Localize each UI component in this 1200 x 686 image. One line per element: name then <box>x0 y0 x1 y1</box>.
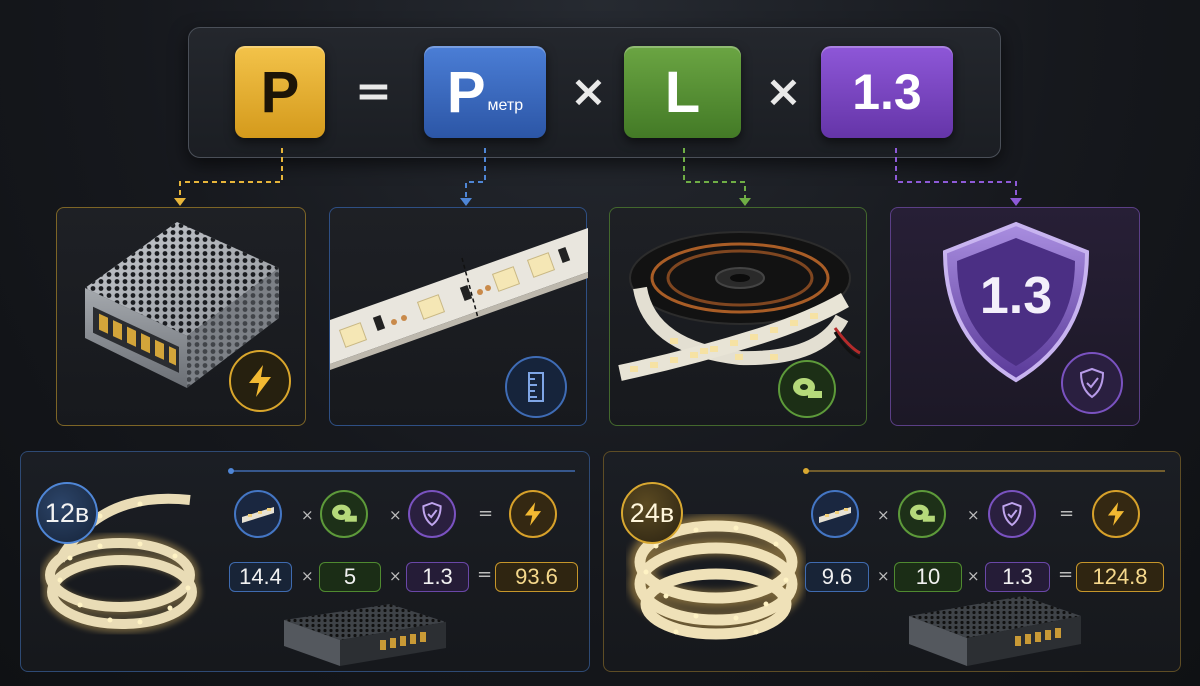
ex12-power-per-meter-value: 14.4 <box>229 562 292 592</box>
lightning-icon <box>524 502 542 526</box>
power-symbol: P <box>260 59 300 125</box>
ex24-tape-icon-badge <box>898 490 946 538</box>
led-strip-icon <box>819 507 851 523</box>
tape-badge <box>778 360 836 418</box>
length-symbol: L <box>664 59 701 125</box>
voltage-badge-24v: 24в <box>621 482 683 544</box>
tape-measure-icon <box>332 504 357 522</box>
ex24-power-icon-badge <box>1092 490 1140 538</box>
led-strip-icon <box>242 507 274 523</box>
ex12-coefficient-value: 1.3 <box>406 562 469 592</box>
lightning-icon <box>1107 502 1125 526</box>
shield-coefficient-text: 1.3 <box>979 267 1053 325</box>
power-per-meter-symbol: P <box>446 59 486 125</box>
ex24-equals: = <box>1059 503 1075 524</box>
power-per-meter-tile: Pметр <box>424 46 546 138</box>
shield-check-icon <box>1002 501 1022 527</box>
ex12-equals-2: = <box>477 564 493 585</box>
ex12-times-2: × <box>389 506 402 524</box>
ex24-shield-icon-badge <box>988 490 1036 538</box>
ex24-equals-2: = <box>1058 564 1074 585</box>
power-per-meter-subscript: метр <box>487 97 524 114</box>
safety-coefficient-card: 1.3 <box>890 207 1140 426</box>
ex12-strip-icon-badge <box>234 490 282 538</box>
ex12-result-value: 93.6 <box>495 562 578 592</box>
shield-badge <box>1061 352 1123 414</box>
coefficient-value: 1.3 <box>852 64 922 120</box>
ex12-tape-icon-badge <box>320 490 368 538</box>
ex24-coefficient-value: 1.3 <box>985 562 1050 592</box>
ex12-length-value: 5 <box>319 562 381 592</box>
ex24-times-4: × <box>967 567 980 585</box>
example-12v-accent-line <box>228 468 575 474</box>
led-strip-card <box>329 207 588 426</box>
ex12-times-4: × <box>389 567 402 585</box>
tape-measure-icon <box>910 504 935 522</box>
ex12-times-1: × <box>301 506 314 524</box>
ex24-result-value: 124.8 <box>1076 562 1164 592</box>
ex12-equals: = <box>478 503 494 524</box>
ex24-strip-icon-badge <box>811 490 859 538</box>
shield-check-icon <box>422 501 442 527</box>
ex24-times-3: × <box>877 567 890 585</box>
multiply-sign-1: × <box>570 66 607 117</box>
ex24-times-1: × <box>877 506 890 524</box>
ruler-badge <box>505 356 567 418</box>
ruler-icon <box>528 372 544 402</box>
power-supply-card <box>56 207 306 426</box>
voltage-badge-12v: 12в <box>36 482 98 544</box>
ex12-times-3: × <box>301 567 314 585</box>
ex12-power-icon-badge <box>509 490 557 538</box>
multiply-sign-2: × <box>765 66 802 117</box>
power-supply-12v-image <box>284 604 446 666</box>
ex12-shield-icon-badge <box>408 490 456 538</box>
power-tile: P <box>235 46 325 138</box>
tape-measure-icon <box>793 378 822 398</box>
power-badge <box>229 350 291 412</box>
length-tile: L <box>624 46 741 138</box>
coefficient-tile: 1.3 <box>821 46 953 138</box>
ex24-length-value: 10 <box>894 562 962 592</box>
ex24-power-per-meter-value: 9.6 <box>805 562 869 592</box>
power-supply-24v-image <box>909 596 1081 666</box>
example-24v-accent-line <box>803 468 1165 474</box>
lightning-icon <box>249 365 271 397</box>
ex24-times-2: × <box>967 506 980 524</box>
led-reel-card <box>609 207 867 426</box>
equals-sign: = <box>355 66 392 117</box>
shield-check-icon <box>1079 367 1105 399</box>
